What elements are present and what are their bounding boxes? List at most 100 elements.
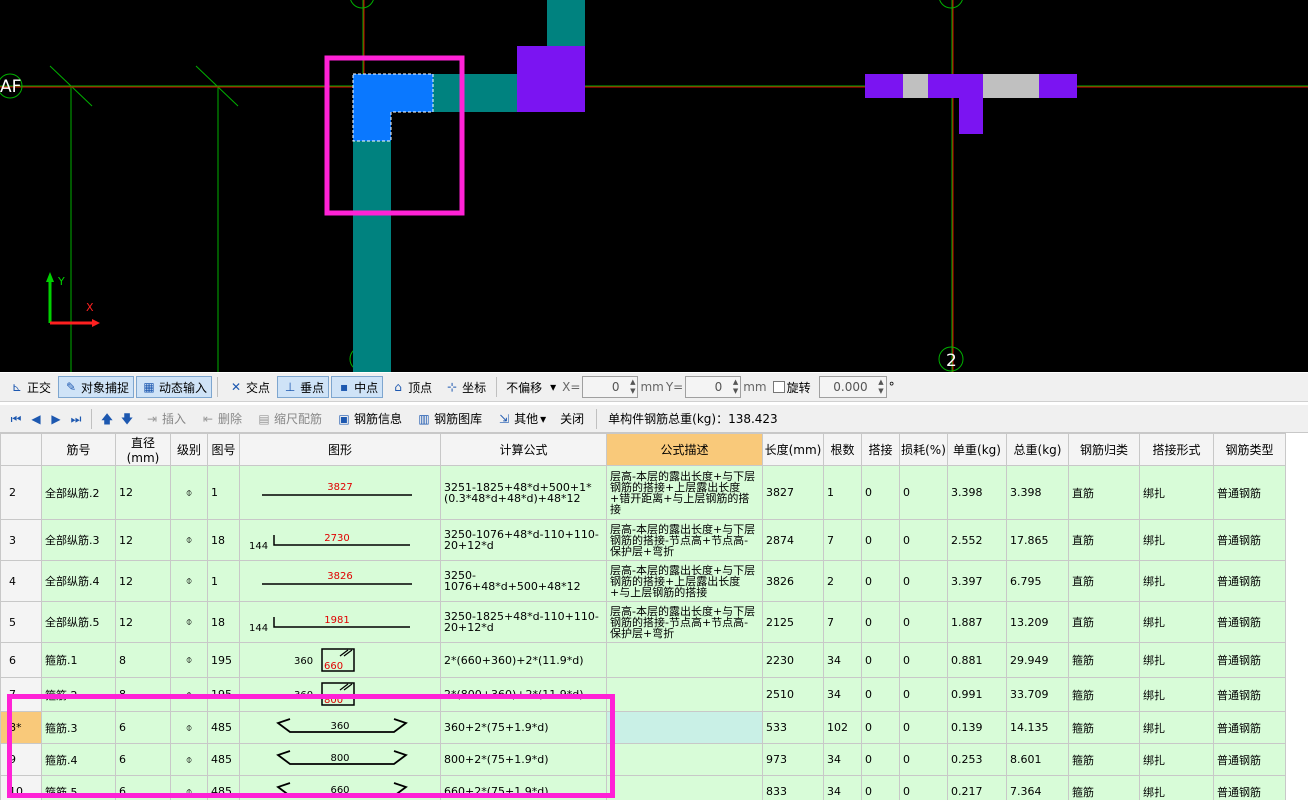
column-header[interactable]: 钢筋类型 — [1213, 433, 1286, 466]
cell-unit-w[interactable]: 0.139 — [947, 711, 1007, 744]
cell-total-w[interactable]: 33.709 — [1006, 677, 1069, 712]
cell-len[interactable]: 2125 — [762, 601, 824, 643]
table-row[interactable]: 3 全部纵筋.3 12 ⌽ 18 144 2730 3250-1076+48*d-110+11… — [0, 519, 1286, 561]
column-header[interactable]: 搭接 — [861, 433, 900, 466]
cell-lap-type[interactable]: 绑扎 — [1139, 642, 1214, 678]
cell-loss[interactable]: 0 — [899, 560, 948, 602]
table-row[interactable]: 4 全部纵筋.4 12 ⌽ 1 3826 3250-1076+48*d+500+48*12 层… — [0, 560, 1286, 602]
column-header[interactable]: 公式描述 — [606, 433, 763, 466]
column-header[interactable]: 直径(mm) — [115, 433, 171, 466]
rebar-library-button[interactable]: ▥ 钢筋图库 — [411, 408, 487, 430]
cell-lap-type[interactable]: 绑扎 — [1139, 560, 1214, 602]
vertex-button[interactable]: ⌂ 顶点 — [385, 376, 437, 398]
cell-count[interactable]: 102 — [823, 711, 862, 744]
column-header[interactable] — [0, 433, 42, 466]
row-number[interactable]: 5 — [0, 601, 42, 643]
cell-dia[interactable]: 12 — [115, 560, 171, 602]
cell-shape[interactable]: 3827 — [239, 465, 441, 520]
cell-formula[interactable]: 3251-1825+48*d+500+1*(0.3*48*d+48*d)+48*… — [440, 465, 607, 520]
first-record-icon[interactable]: ⏮ — [8, 411, 24, 427]
cell-fig[interactable]: 195 — [207, 642, 240, 678]
cell-unit-w[interactable]: 2.552 — [947, 519, 1007, 561]
cell-loss[interactable]: 0 — [899, 601, 948, 643]
cell-lap[interactable]: 0 — [861, 642, 900, 678]
cell-lap-type[interactable]: 绑扎 — [1139, 519, 1214, 561]
row-number[interactable]: 2 — [0, 465, 42, 520]
cell-name[interactable]: 箍筋.1 — [41, 642, 116, 678]
cell-loss[interactable]: 0 — [899, 711, 948, 744]
other-menu-button[interactable]: ⇲ 其他 ▾ — [491, 408, 551, 430]
cell-desc[interactable] — [606, 711, 763, 744]
column-purple-stub[interactable] — [959, 98, 983, 134]
column-header[interactable]: 钢筋归类 — [1068, 433, 1140, 466]
cell-grade[interactable]: ⌽ — [170, 560, 208, 602]
perpendicular-button[interactable]: ⊥ 垂点 — [277, 376, 330, 398]
cell-rebar-type[interactable]: 普通钢筋 — [1213, 711, 1286, 744]
cell-rebar-type[interactable]: 普通钢筋 — [1213, 560, 1286, 602]
cell-lap-type[interactable]: 绑扎 — [1139, 601, 1214, 643]
spin-icon[interactable]: ▲ ▼ — [878, 378, 883, 396]
prev-record-icon[interactable]: ◀ — [28, 411, 44, 427]
cell-len[interactable]: 973 — [762, 743, 824, 776]
cell-category[interactable]: 箍筋 — [1068, 711, 1140, 744]
cell-unit-w[interactable]: 0.253 — [947, 743, 1007, 776]
cell-count[interactable]: 34 — [823, 677, 862, 712]
spin-icon[interactable]: ▲ ▼ — [630, 378, 635, 396]
cell-rebar-type[interactable]: 普通钢筋 — [1213, 519, 1286, 561]
wall-top[interactable] — [547, 0, 585, 46]
last-record-icon[interactable]: ⏭ — [68, 411, 84, 427]
cell-loss[interactable]: 0 — [899, 743, 948, 776]
cell-lap[interactable]: 0 — [861, 711, 900, 744]
column-header[interactable]: 计算公式 — [440, 433, 607, 466]
cell-loss[interactable]: 0 — [899, 519, 948, 561]
cell-unit-w[interactable]: 0.881 — [947, 642, 1007, 678]
selected-column[interactable] — [352, 73, 434, 142]
cell-desc[interactable]: 层高-本层的露出长度+与下层钢筋的搭接-节点高+节点高-保护层+弯折 — [606, 601, 763, 643]
cell-len[interactable]: 3826 — [762, 560, 824, 602]
rotate-input[interactable]: 0.000 ▲ ▼ — [818, 376, 887, 398]
cell-name[interactable]: 全部纵筋.2 — [41, 465, 116, 520]
cell-name[interactable]: 全部纵筋.5 — [41, 601, 116, 643]
cell-formula[interactable]: 3250-1076+48*d-110+110-20+12*d — [440, 519, 607, 561]
cell-lap-type[interactable]: 绑扎 — [1139, 711, 1214, 744]
cell-count[interactable]: 1 — [823, 465, 862, 520]
cell-lap[interactable]: 0 — [861, 743, 900, 776]
cell-desc[interactable]: 层高-本层的露出长度+与下层钢筋的搭接+上层露出长度+与上层钢筋的搭接 — [606, 560, 763, 602]
cell-total-w[interactable]: 17.865 — [1006, 519, 1069, 561]
cell-formula[interactable]: 3250-1076+48*d+500+48*12 — [440, 560, 607, 602]
cell-rebar-type[interactable]: 普通钢筋 — [1213, 465, 1286, 520]
row-number[interactable]: 3 — [0, 519, 42, 561]
move-down-icon[interactable]: 🡇 — [119, 411, 135, 427]
column-header[interactable]: 图号 — [207, 433, 240, 466]
cell-len[interactable]: 2874 — [762, 519, 824, 561]
cell-rebar-type[interactable]: 普通钢筋 — [1213, 642, 1286, 678]
column-purple-bar[interactable] — [865, 74, 1077, 98]
cell-lap[interactable]: 0 — [861, 519, 900, 561]
move-up-icon[interactable]: 🡅 — [99, 411, 115, 427]
cell-loss[interactable]: 0 — [899, 775, 948, 800]
cell-len[interactable]: 2510 — [762, 677, 824, 712]
cell-category[interactable]: 直筋 — [1068, 560, 1140, 602]
scale-rebar-button[interactable]: ▤ 缩尺配筋 — [251, 408, 327, 430]
cell-formula[interactable]: 2*(660+360)+2*(11.9*d) — [440, 642, 607, 678]
cell-unit-w[interactable]: 3.398 — [947, 465, 1007, 520]
column-header[interactable]: 损耗(%) — [899, 433, 948, 466]
close-button[interactable]: 关闭 — [555, 408, 589, 430]
ortho-button[interactable]: ⊾ 正交 — [4, 376, 56, 398]
cell-lap-type[interactable]: 绑扎 — [1139, 743, 1214, 776]
cell-dia[interactable]: 8 — [115, 642, 171, 678]
table-row[interactable]: 6 箍筋.1 8 ⌽ 195 360 660 2*(660+360)+2*(11.9*d) 22… — [0, 642, 1286, 678]
cell-total-w[interactable]: 8.601 — [1006, 743, 1069, 776]
cell-formula[interactable]: 3250-1825+48*d-110+110-20+12*d — [440, 601, 607, 643]
row-number[interactable]: 6 — [0, 642, 42, 678]
cell-category[interactable]: 直筋 — [1068, 465, 1140, 520]
table-row[interactable]: 2 全部纵筋.2 12 ⌽ 1 3827 3251-1825+48*d+500+1*(0.3… — [0, 465, 1286, 520]
cell-len[interactable]: 533 — [762, 711, 824, 744]
cell-count[interactable]: 34 — [823, 775, 862, 800]
cell-total-w[interactable]: 3.398 — [1006, 465, 1069, 520]
cad-canvas[interactable]: AF 1 2 Y X — [0, 0, 1308, 372]
cell-count[interactable]: 34 — [823, 642, 862, 678]
cell-desc[interactable]: 层高-本层的露出长度+与下层钢筋的搭接+上层露出长度+错开距离+与上层钢筋的搭接 — [606, 465, 763, 520]
cell-unit-w[interactable]: 1.887 — [947, 601, 1007, 643]
cell-rebar-type[interactable]: 普通钢筋 — [1213, 743, 1286, 776]
